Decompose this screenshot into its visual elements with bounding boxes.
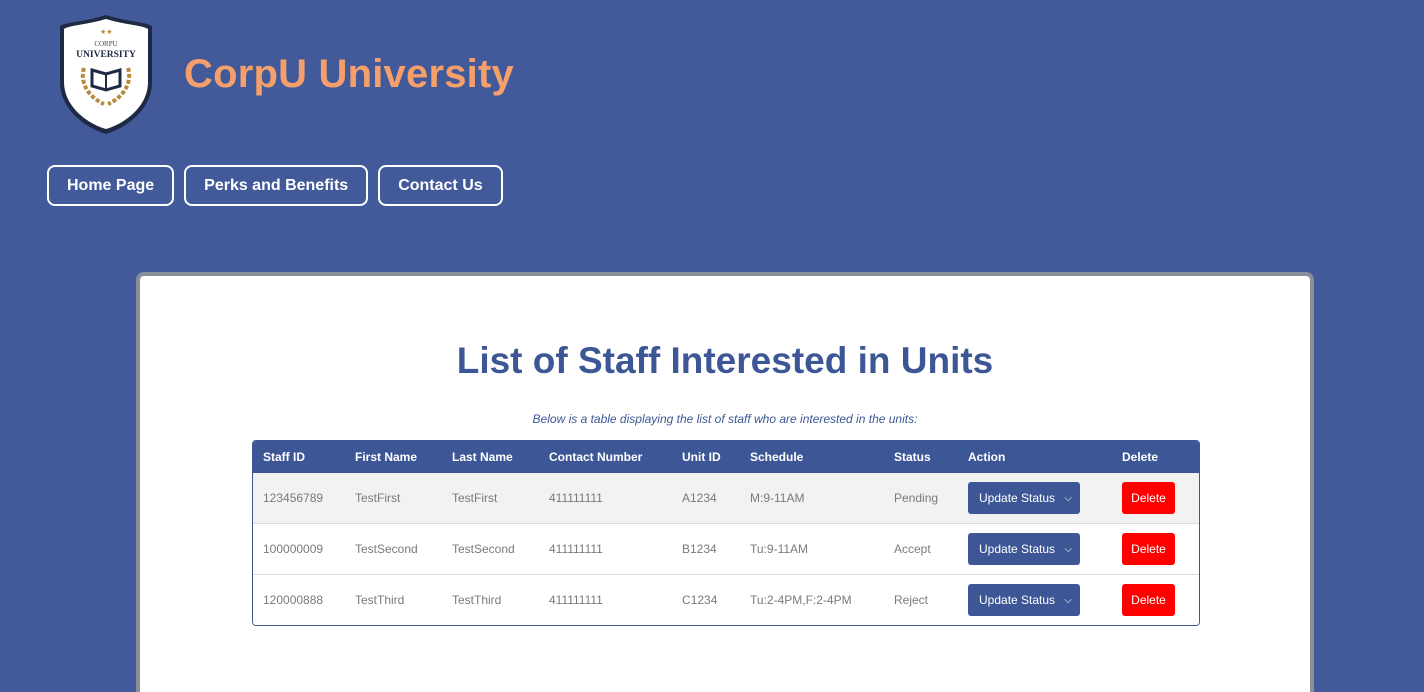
header-status: Status — [894, 450, 931, 464]
update-status-label: Update Status — [979, 542, 1056, 556]
header-staff-id: Staff ID — [263, 450, 305, 464]
update-status-select[interactable]: Update Status ⌵ — [968, 533, 1080, 565]
logo-main-text: UNIVERSITY — [76, 50, 136, 60]
staff-table-container: Staff ID First Name Last Name Contact Nu… — [252, 440, 1200, 626]
nav-contact-us-button[interactable]: Contact Us — [378, 165, 503, 206]
delete-button[interactable]: Delete — [1122, 584, 1175, 616]
cell-staff-id: 100000009 — [253, 523, 345, 575]
cell-status: Reject — [884, 574, 958, 625]
cell-status: Accept — [884, 523, 958, 575]
cell-last-name: TestThird — [442, 574, 539, 625]
header-first-name: First Name — [355, 450, 418, 464]
cell-first-name: TestSecond — [345, 523, 442, 575]
page-title: List of Staff Interested in Units — [456, 340, 994, 381]
logo-top-text: CORPU — [94, 40, 117, 48]
delete-button[interactable]: Delete — [1122, 482, 1175, 514]
header-action: Action — [968, 450, 1006, 464]
cell-delete: Delete — [1112, 473, 1199, 524]
table-header-row: Staff ID First Name Last Name Contact Nu… — [253, 441, 1199, 473]
cell-staff-id: 123456789 — [253, 473, 345, 524]
staff-table: Staff ID First Name Last Name Contact Nu… — [253, 441, 1199, 625]
main-nav: Home Page Perks and Benefits Contact Us — [47, 165, 503, 206]
header-contact-number: Contact Number — [549, 450, 643, 464]
cell-contact-number: 411111111 — [539, 523, 672, 575]
table-row: 120000888 TestThird TestThird 411111111 … — [253, 574, 1199, 625]
cell-schedule: M:9-11AM — [740, 473, 884, 524]
page-subtitle: Below is a table displaying the list of … — [532, 412, 918, 426]
cell-schedule: Tu:2-4PM,F:2-4PM — [740, 574, 884, 625]
table-row: 100000009 TestSecond TestSecond 41111111… — [253, 523, 1199, 575]
cell-staff-id: 120000888 — [253, 574, 345, 625]
table-row: 123456789 TestFirst TestFirst 411111111 … — [253, 473, 1199, 524]
cell-action: Update Status ⌵ — [958, 574, 1112, 625]
chevron-down-icon: ⌵ — [1064, 543, 1072, 555]
site-title: CorpU University — [184, 51, 514, 96]
cell-contact-number: 411111111 — [539, 473, 672, 524]
chevron-down-icon: ⌵ — [1064, 594, 1072, 606]
nav-perks-and-benefits-button[interactable]: Perks and Benefits — [184, 165, 369, 206]
header-unit-id: Unit ID — [682, 450, 721, 464]
cell-unit-id: A1234 — [672, 473, 740, 524]
svg-text:★★: ★★ — [100, 28, 113, 36]
cell-contact-number: 411111111 — [539, 574, 672, 625]
header-last-name: Last Name — [452, 450, 513, 464]
header-delete: Delete — [1122, 450, 1159, 464]
university-crest-icon[interactable]: ★★ CORPU UNIVERSITY — [56, 12, 156, 136]
cell-action: Update Status ⌵ — [958, 523, 1112, 575]
delete-button[interactable]: Delete — [1122, 533, 1175, 565]
cell-delete: Delete — [1112, 574, 1199, 625]
chevron-down-icon: ⌵ — [1064, 492, 1072, 504]
cell-first-name: TestFirst — [345, 473, 442, 524]
update-status-select[interactable]: Update Status ⌵ — [968, 584, 1080, 616]
update-status-label: Update Status — [979, 593, 1056, 607]
nav-home-page-button[interactable]: Home Page — [47, 165, 175, 206]
cell-first-name: TestThird — [345, 574, 442, 625]
update-status-label: Update Status — [979, 491, 1056, 505]
content-panel: List of Staff Interested in Units Below … — [136, 272, 1314, 692]
cell-unit-id: B1234 — [672, 523, 740, 575]
update-status-select[interactable]: Update Status ⌵ — [968, 482, 1080, 514]
cell-unit-id: C1234 — [672, 574, 740, 625]
cell-delete: Delete — [1112, 523, 1199, 575]
cell-action: Update Status ⌵ — [958, 473, 1112, 524]
site-header: ★★ CORPU UNIVERSITY CorpU University — [56, 12, 514, 136]
cell-last-name: TestSecond — [442, 523, 539, 575]
cell-schedule: Tu:9-11AM — [740, 523, 884, 575]
cell-status: Pending — [884, 473, 958, 524]
header-schedule: Schedule — [750, 450, 804, 464]
cell-last-name: TestFirst — [442, 473, 539, 524]
